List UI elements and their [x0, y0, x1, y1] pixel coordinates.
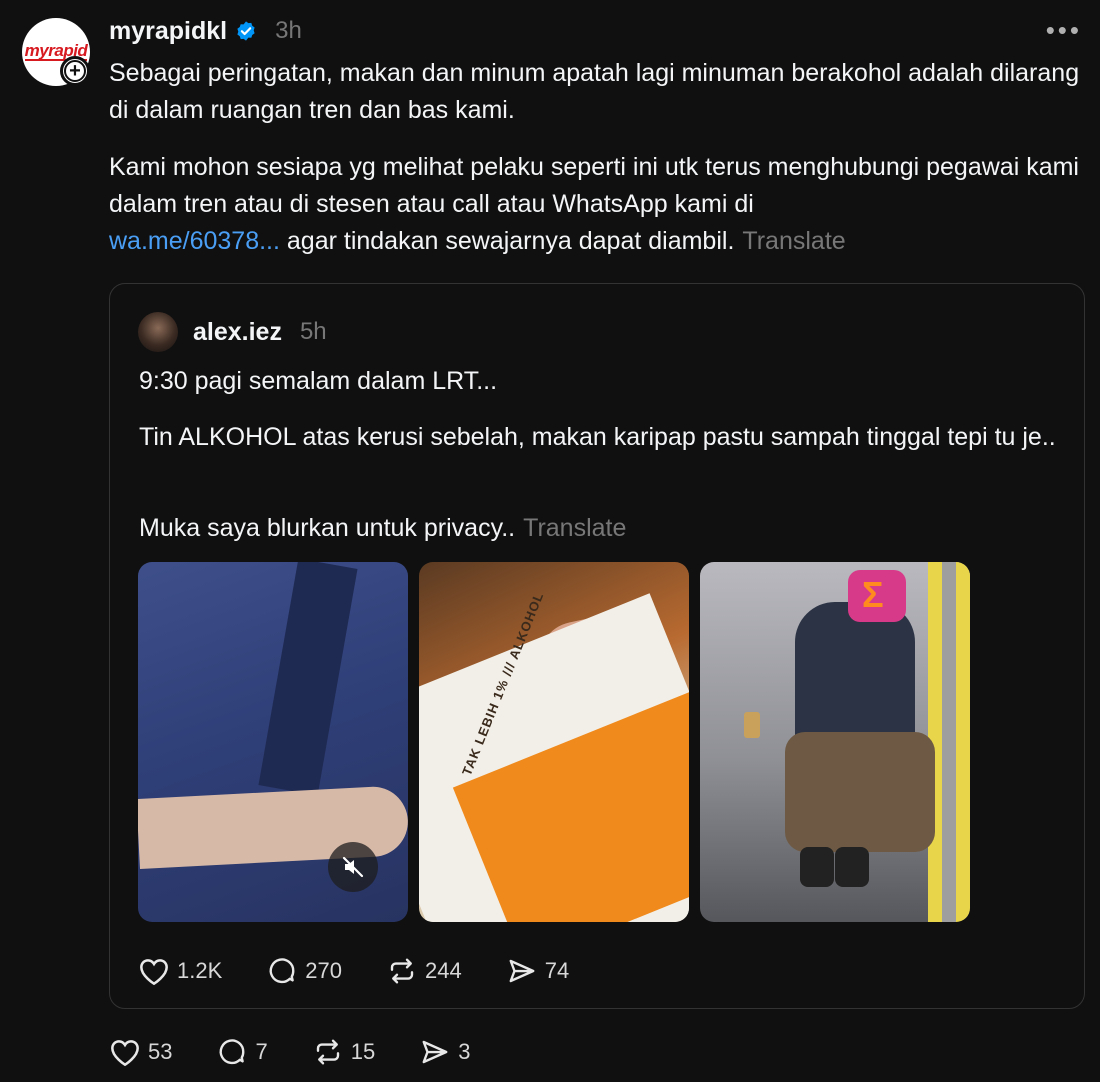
follow-button[interactable]: +: [60, 56, 90, 86]
quoted-post-timestamp: 5h: [299, 318, 327, 345]
translate-button[interactable]: Translate: [742, 227, 845, 255]
repost-icon: [316, 1039, 339, 1065]
can-on-seat: [744, 712, 760, 738]
quoted-like-count: 1.2K: [177, 958, 223, 983]
post-paragraph-2-tail: agar tindakan sewajarnya dapat diambil.: [286, 227, 735, 255]
reply-button[interactable]: 7: [216, 1037, 268, 1067]
muted-speaker-icon: [342, 856, 364, 878]
more-options-icon[interactable]: •••: [1046, 17, 1082, 43]
share-button[interactable]: 3: [419, 1037, 470, 1067]
repost-icon: [390, 958, 414, 984]
shoe-left: [800, 847, 834, 887]
thread-post: myrapid + myrapidkl 3h ••• Sebagai perin…: [0, 0, 1100, 1082]
post-paragraph-1: Sebagai peringatan, makan dan minum apat…: [109, 59, 1080, 124]
quoted-reply-count: 270: [305, 958, 342, 983]
send-icon: [422, 1040, 448, 1064]
quoted-share-button[interactable]: 74: [506, 956, 569, 986]
repost-count: 15: [350, 1039, 376, 1064]
heart-icon: [140, 959, 168, 986]
quoted-line-3-text: Muka saya blurkan untuk privacy..: [139, 514, 516, 542]
repost-button[interactable]: 15: [312, 1037, 375, 1067]
plus-icon: +: [64, 60, 86, 82]
train-door-edge: [942, 562, 956, 922]
quoted-actions-bar: 1.2K 270 244 74: [138, 956, 613, 986]
send-icon: [509, 959, 535, 983]
like-button[interactable]: 53: [109, 1037, 172, 1067]
quoted-post-card[interactable]: alex.iez 5h 9:30 pagi semalam dalam LRT.…: [109, 283, 1085, 1009]
quoted-repost-button[interactable]: 244: [386, 956, 462, 986]
video-thumbnail[interactable]: [138, 562, 408, 922]
quoted-repost-count: 244: [424, 958, 462, 983]
quoted-line-1: 9:30 pagi semalam dalam LRT...: [139, 367, 498, 395]
blurred-face-sticker: Σ: [848, 570, 906, 622]
comment-bubble-icon: [220, 1039, 245, 1065]
post-header: myrapidkl 3h: [109, 14, 302, 48]
passenger-pants: [785, 732, 935, 852]
reply-count: 7: [255, 1039, 268, 1064]
like-count: 53: [148, 1039, 173, 1064]
quoted-share-count: 74: [544, 958, 570, 983]
post-timestamp: 3h: [275, 17, 302, 44]
quoted-line-2: Tin ALKOHOL atas kerusi sebelah, makan k…: [139, 423, 1056, 451]
quoted-like-button[interactable]: 1.2K: [138, 956, 222, 986]
share-count: 3: [458, 1039, 471, 1064]
mute-button[interactable]: [328, 842, 378, 892]
comment-bubble-icon: [269, 958, 295, 984]
photo-alcohol-can[interactable]: TAK LEBIH 1% /// ALKOHOL: [419, 562, 689, 922]
heart-icon: [111, 1040, 139, 1067]
author-username[interactable]: myrapidkl: [109, 17, 227, 46]
quoted-line-3: Muka saya blurkan untuk privacy.. Transla…: [139, 510, 1059, 547]
post-actions-bar: 53 7 15 3: [109, 1037, 514, 1067]
post-paragraph-2-text: Kami mohon sesiapa yg melihat pelaku sep…: [109, 153, 1079, 218]
verified-badge-icon: [237, 21, 255, 41]
quoted-translate-button[interactable]: Translate: [523, 514, 626, 542]
photo-passenger[interactable]: Σ: [700, 562, 970, 922]
bag-strap: [258, 562, 358, 796]
shoe-right: [835, 847, 869, 887]
quoted-author-avatar[interactable]: [138, 312, 178, 352]
post-paragraph-2: Kami mohon sesiapa yg melihat pelaku sep…: [109, 149, 1084, 260]
quoted-post-header: alex.iez 5h: [193, 314, 327, 350]
whatsapp-link[interactable]: wa.me/60378...: [109, 227, 280, 255]
quoted-author-username[interactable]: alex.iez: [193, 318, 282, 347]
quoted-reply-button[interactable]: 270: [266, 956, 342, 986]
